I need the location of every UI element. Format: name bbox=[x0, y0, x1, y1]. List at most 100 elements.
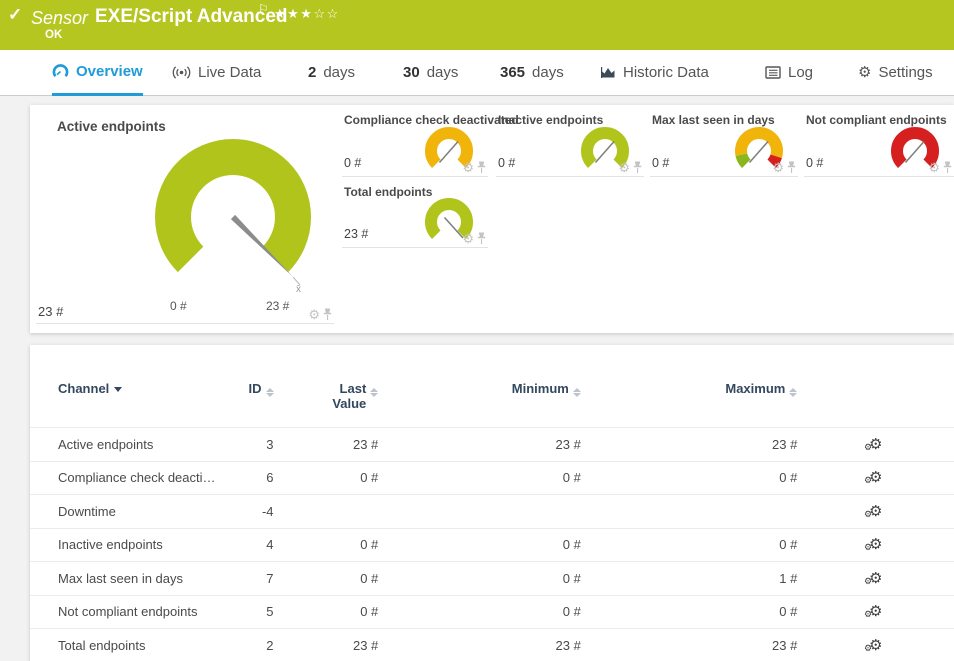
gauge-arc-green bbox=[741, 155, 746, 164]
channel-name[interactable]: Compliance check deacti… bbox=[58, 470, 244, 485]
pin-icon[interactable] bbox=[477, 232, 486, 245]
tab-live-data[interactable]: Live Data bbox=[172, 50, 261, 96]
table-row: Active endpoints 3 23 # 23 # 23 # ⚙⚙ bbox=[30, 427, 954, 461]
channel-id: 7 bbox=[244, 571, 274, 586]
sensor-header: ✓ Sensor EXE/Script Advanced ⚐ ★★★☆☆ OK bbox=[0, 0, 954, 50]
gauge-needle bbox=[750, 142, 769, 163]
gauge-title: Active endpoints bbox=[57, 119, 166, 134]
gauge-active-endpoints: Active endpoints x̄ 0 # 23 # 23 # ⚙ bbox=[36, 111, 334, 324]
table-header-row: Channel ID Last Value Minimum Maximum bbox=[30, 381, 954, 427]
channel-settings-icon[interactable]: ⚙⚙ bbox=[869, 572, 882, 586]
channel-settings-icon[interactable]: ⚙⚙ bbox=[869, 471, 882, 485]
column-header-channel[interactable]: Channel bbox=[58, 381, 244, 396]
column-header-id[interactable]: ID bbox=[244, 381, 274, 397]
channel-last-value: 0 # bbox=[274, 470, 379, 485]
channel-name[interactable]: Total endpoints bbox=[58, 638, 244, 653]
pin-icon[interactable] bbox=[633, 161, 642, 174]
channel-last-value: 23 # bbox=[274, 437, 379, 452]
tab-30-days[interactable]: 30 days bbox=[403, 50, 458, 96]
gauge-value: 0 # bbox=[344, 156, 361, 170]
channel-settings-icon[interactable]: ⚙⚙ bbox=[869, 505, 882, 519]
channel-settings-icon[interactable]: ⚙⚙ bbox=[869, 538, 882, 552]
channel-name[interactable]: Not compliant endpoints bbox=[58, 604, 244, 619]
gauge-settings-icon[interactable]: ⚙ bbox=[772, 161, 784, 174]
gauge-needle bbox=[906, 142, 925, 163]
tab-label: Log bbox=[788, 64, 813, 81]
channel-maximum: 23 # bbox=[581, 638, 798, 653]
sort-icon bbox=[266, 388, 274, 397]
ok-check-icon: ✓ bbox=[8, 5, 22, 25]
gauge-value: 23 # bbox=[344, 227, 368, 241]
gauge-settings-icon[interactable]: ⚙ bbox=[618, 161, 630, 174]
gauge-max-last-seen-in-days: Max last seen in days 0 # ⚙ bbox=[650, 111, 798, 177]
pin-icon[interactable] bbox=[787, 161, 796, 174]
tab-overview[interactable]: Overview bbox=[52, 50, 143, 96]
channel-last-value: 23 # bbox=[274, 638, 379, 653]
gauge-scale-max: 23 # bbox=[266, 299, 289, 313]
channel-settings-icon[interactable]: ⚙⚙ bbox=[869, 438, 882, 452]
channel-settings-icon[interactable]: ⚙⚙ bbox=[869, 639, 882, 653]
gauge-total-endpoints: Total endpoints 23 # ⚙ bbox=[342, 183, 488, 248]
tab-number: 2 bbox=[308, 64, 316, 81]
column-header-maximum[interactable]: Maximum bbox=[581, 381, 798, 397]
gauge-settings-icon[interactable]: ⚙ bbox=[308, 308, 320, 321]
gauge-value: 23 # bbox=[38, 304, 63, 319]
column-header-last-value[interactable]: Last Value bbox=[274, 381, 379, 411]
tab-2-days[interactable]: 2 days bbox=[308, 50, 355, 96]
channel-minimum: 0 # bbox=[378, 470, 581, 485]
table-row: Total endpoints 2 23 # 23 # 23 # ⚙⚙ bbox=[30, 628, 954, 661]
gauge-compliance-check-deactivated: Compliance check deactivated 0 # ⚙ bbox=[342, 111, 488, 177]
channel-id: 3 bbox=[244, 437, 274, 452]
gauge-settings-icon[interactable]: ⚙ bbox=[928, 161, 940, 174]
sort-desc-icon bbox=[114, 387, 122, 392]
gauge-settings-icon[interactable]: ⚙ bbox=[462, 232, 474, 245]
sort-icon bbox=[789, 388, 797, 397]
avg-marker: x̄ bbox=[296, 284, 301, 293]
tab-number: 365 bbox=[500, 64, 525, 81]
channel-name[interactable]: Downtime bbox=[58, 504, 244, 519]
tab-label: days bbox=[532, 64, 564, 81]
table-row: Max last seen in days 7 0 # 0 # 1 # ⚙⚙ bbox=[30, 561, 954, 595]
channel-settings-icon[interactable]: ⚙⚙ bbox=[869, 605, 882, 619]
gauge-inactive-endpoints: Inactive endpoints 0 # ⚙ bbox=[496, 111, 644, 177]
channel-maximum: 0 # bbox=[581, 537, 798, 552]
pin-icon[interactable] bbox=[943, 161, 952, 174]
priority-stars[interactable]: ★★★☆☆ bbox=[274, 6, 340, 22]
tab-log[interactable]: Log bbox=[765, 50, 813, 96]
gauge-settings-icon[interactable]: ⚙ bbox=[462, 161, 474, 174]
channel-minimum: 23 # bbox=[378, 437, 581, 452]
pin-icon[interactable] bbox=[323, 308, 332, 321]
sensor-status-badge: OK bbox=[45, 29, 62, 41]
column-header-minimum[interactable]: Minimum bbox=[378, 381, 581, 397]
tab-label: days bbox=[323, 64, 355, 81]
channel-maximum: 0 # bbox=[581, 604, 798, 619]
sort-icon bbox=[573, 388, 581, 397]
tab-365-days[interactable]: 365 days bbox=[500, 50, 564, 96]
table-row: Inactive endpoints 4 0 # 0 # 0 # ⚙⚙ bbox=[30, 528, 954, 562]
gauge-scale-min: 0 # bbox=[170, 299, 187, 313]
tab-settings[interactable]: ⚙ Settings bbox=[858, 50, 933, 96]
channel-name[interactable]: Inactive endpoints bbox=[58, 537, 244, 552]
channel-name[interactable]: Active endpoints bbox=[58, 437, 244, 452]
area-chart-icon bbox=[600, 65, 616, 79]
channel-id: 2 bbox=[244, 638, 274, 653]
tab-label: Settings bbox=[878, 64, 932, 81]
gauge-needle bbox=[596, 142, 615, 163]
pin-icon[interactable] bbox=[477, 161, 486, 174]
table-row: Compliance check deacti… 6 0 # 0 # 0 # ⚙… bbox=[30, 461, 954, 495]
tab-historic-data[interactable]: Historic Data bbox=[600, 50, 709, 96]
channel-id: -4 bbox=[244, 504, 274, 519]
channel-maximum: 23 # bbox=[581, 437, 798, 452]
channel-name[interactable]: Max last seen in days bbox=[58, 571, 244, 586]
channel-minimum: 0 # bbox=[378, 571, 581, 586]
channel-minimum: 23 # bbox=[378, 638, 581, 653]
gauge-title: Total endpoints bbox=[344, 185, 432, 199]
gauge-needle bbox=[440, 142, 459, 163]
channel-id: 5 bbox=[244, 604, 274, 619]
tab-number: 30 bbox=[403, 64, 420, 81]
page-body: Active endpoints x̄ 0 # 23 # 23 # ⚙ Comp… bbox=[0, 96, 954, 661]
gauge-dial: x̄ bbox=[148, 135, 318, 293]
flag-icon[interactable]: ⚐ bbox=[258, 2, 269, 16]
channel-id: 6 bbox=[244, 470, 274, 485]
tab-bar: Overview Live Data 2 days 30 days 365 da… bbox=[0, 50, 954, 96]
